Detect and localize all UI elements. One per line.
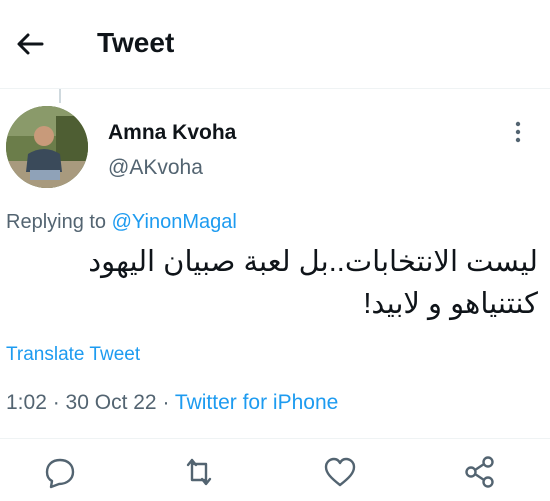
reply-icon[interactable] — [40, 452, 80, 492]
more-options-icon[interactable] — [506, 118, 530, 146]
translate-tweet-link[interactable]: Translate Tweet — [6, 344, 140, 366]
author-handle[interactable]: @AKvoha — [108, 156, 203, 180]
like-icon[interactable] — [320, 452, 360, 492]
replying-mention-link[interactable]: @YinonMagal — [112, 211, 237, 233]
top-bar: Tweet — [0, 0, 550, 88]
separator-dot: · — [46, 391, 66, 414]
back-arrow-icon[interactable] — [12, 26, 48, 62]
tweet-metadata: 1:02 · 30 Oct 22 · Twitter for iPhone — [6, 391, 338, 415]
page-title: Tweet — [97, 27, 175, 58]
thread-connector-line — [59, 89, 61, 103]
avatar[interactable] — [6, 106, 88, 188]
tweet-time[interactable]: 1:02 — [6, 391, 47, 414]
replying-to: Replying to @YinonMagal — [6, 211, 237, 234]
author-name[interactable]: Amna Kvoha — [108, 121, 236, 145]
tweet-date[interactable]: 30 Oct 22 — [66, 391, 157, 414]
tweet-actions — [0, 452, 550, 492]
tweet-text: ليست الانتخابات..بل لعبة صبيان اليهود كن… — [18, 241, 538, 325]
share-icon[interactable] — [460, 452, 500, 492]
replying-prefix: Replying to — [6, 211, 112, 233]
header-divider — [0, 88, 550, 89]
tweet-text-line: ليست الانتخابات..بل لعبة صبيان اليهود — [88, 246, 538, 278]
actions-divider — [0, 438, 550, 439]
separator-dot: · — [156, 391, 175, 414]
tweet-text-line: كنتنياهو و لابيد! — [363, 288, 538, 320]
tweet-source-link[interactable]: Twitter for iPhone — [175, 391, 338, 414]
retweet-icon[interactable] — [179, 452, 219, 492]
